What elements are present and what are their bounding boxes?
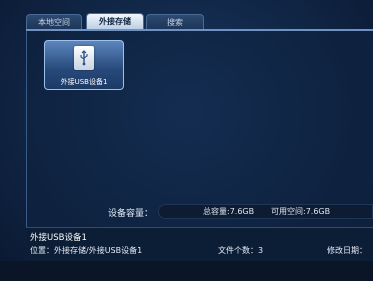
- file-count-text: 文件个数：3: [218, 246, 264, 255]
- total-capacity: 总容量:7.6GB: [203, 207, 255, 216]
- usb-device-tile[interactable]: 外接USB设备1: [44, 40, 124, 90]
- tab-local-space[interactable]: 本地空间: [26, 14, 82, 30]
- capacity-label: 设备容量：: [108, 209, 154, 219]
- selected-device-name: 外接USB设备1: [30, 233, 87, 243]
- usb-drive-icon: [74, 46, 94, 70]
- tab-search[interactable]: 搜索: [146, 14, 204, 30]
- app-window: 本地空间 外接存储 搜索 外接USB设备1 设备容量： 总容量:7.6GB 可用…: [0, 0, 373, 281]
- capacity-bar: 总容量:7.6GB 可用空间:7.6GB: [158, 204, 373, 219]
- info-bar: 外接USB设备1 位置：外接存储/外接USB设备1 文件个数：3 修改日期：: [26, 227, 373, 262]
- free-space: 可用空间:7.6GB: [271, 207, 331, 216]
- bottom-border: [0, 261, 373, 281]
- modified-date-label: 修改日期：: [327, 246, 367, 255]
- tab-external-storage[interactable]: 外接存储: [86, 13, 144, 30]
- device-label: 外接USB设备1: [60, 78, 108, 86]
- location-text: 位置：外接存储/外接USB设备1: [30, 246, 143, 255]
